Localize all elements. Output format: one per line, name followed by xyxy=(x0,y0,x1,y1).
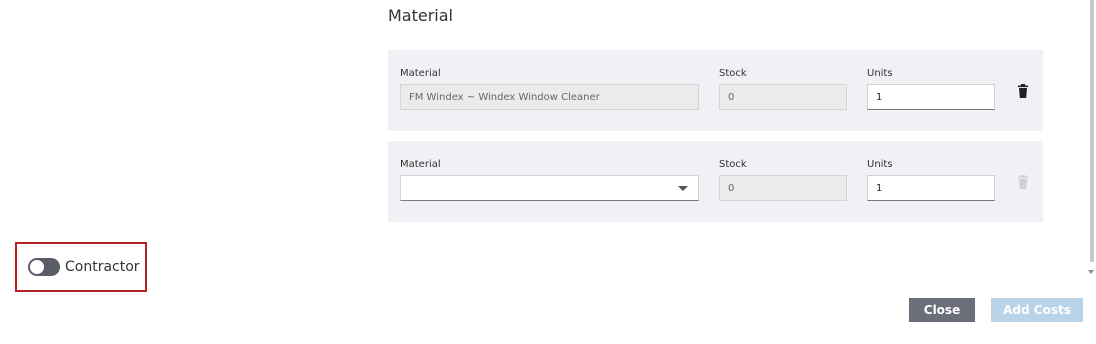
material-row: Material Stock Units 0 1 xyxy=(388,141,1043,222)
units-label: Units xyxy=(867,68,893,79)
material-field: FM Windex ~ Windex Window Cleaner xyxy=(400,84,699,110)
units-input[interactable]: 1 xyxy=(867,175,995,201)
scroll-down-arrow-icon[interactable] xyxy=(1088,270,1094,274)
stock-field: 0 xyxy=(719,84,847,110)
material-select[interactable] xyxy=(400,175,699,201)
scrollbar[interactable] xyxy=(1086,0,1096,280)
close-button[interactable]: Close xyxy=(909,298,975,322)
stock-field: 0 xyxy=(719,175,847,201)
stock-label: Stock xyxy=(719,159,747,170)
scrollbar-thumb[interactable] xyxy=(1090,0,1094,262)
contractor-label: Contractor xyxy=(65,259,140,275)
contractor-toggle-group: Contractor xyxy=(15,242,147,292)
material-row: Material Stock Units FM Windex ~ Windex … xyxy=(388,50,1043,131)
stock-label: Stock xyxy=(719,68,747,79)
chevron-down-icon[interactable] xyxy=(678,186,688,191)
material-label: Material xyxy=(400,68,441,79)
toggle-knob xyxy=(30,260,44,274)
trash-icon[interactable] xyxy=(1018,84,1028,98)
contractor-toggle[interactable] xyxy=(28,258,60,276)
units-label: Units xyxy=(867,159,893,170)
add-costs-button[interactable]: Add Costs xyxy=(991,298,1083,322)
material-label: Material xyxy=(400,159,441,170)
section-title: Material xyxy=(388,6,453,25)
trash-icon xyxy=(1018,175,1028,189)
units-input[interactable]: 1 xyxy=(867,84,995,110)
material-costs-dialog: Material Material Stock Units FM Windex … xyxy=(0,0,1096,344)
